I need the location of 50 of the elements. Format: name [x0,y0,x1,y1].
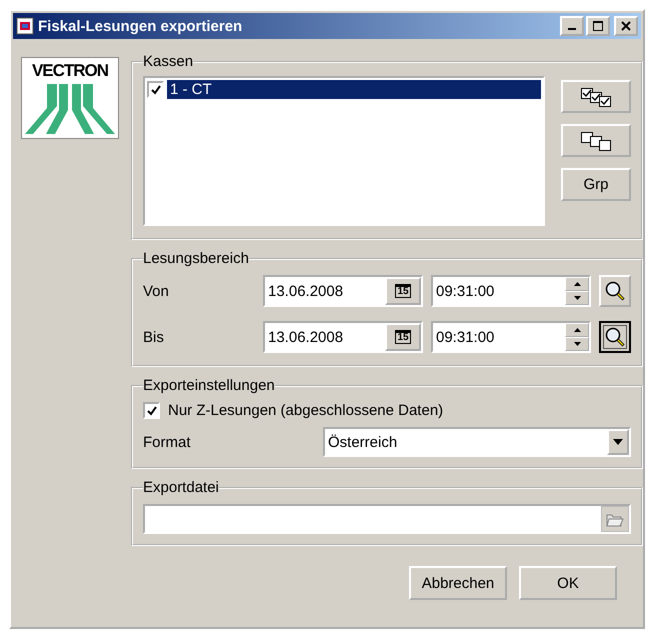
checkmark-icon [150,84,162,96]
maximize-button[interactable] [586,16,610,36]
browse-button[interactable] [601,506,629,532]
stacked-checkboxes-icon [579,86,613,108]
time-field[interactable]: 09:31:00 [431,321,591,353]
time-field[interactable]: 09:31:00 [431,275,591,307]
checkbox-label[interactable]: Nur Z-Lesungen (abgeschlossene Daten) [168,402,444,419]
list-item[interactable]: 1 - CT [167,80,541,99]
close-icon [621,21,631,31]
group-label: Exporteinstellungen [143,377,275,394]
register-list[interactable]: 1 - CT [143,76,545,226]
up-arrow-icon [574,328,580,332]
checkbox[interactable] [147,81,164,98]
search-button[interactable] [599,321,631,353]
down-arrow-icon [574,342,580,346]
app-icon [16,17,34,35]
group-label: Exportdatei [143,479,219,496]
window-title: Fiskal-Lesungen exportieren [38,18,244,34]
cancel-button[interactable]: Abbrechen [409,566,507,600]
field-label: Von [143,282,170,300]
search-icon [604,326,626,348]
maximize-icon [593,21,603,31]
logo-mark-icon [25,84,115,134]
date-field[interactable]: 13.06.2008 15 [263,275,423,307]
date-field[interactable]: 13.06.2008 15 [263,321,423,353]
spin-buttons[interactable] [565,277,589,305]
check-all-button[interactable] [561,80,631,113]
up-arrow-icon [574,282,580,286]
checkmark-icon [146,404,158,416]
ok-button[interactable]: OK [519,566,617,600]
stacked-squares-icon [579,130,613,152]
logo-text: VECTRON [32,60,108,82]
checkbox[interactable] [143,402,160,419]
calendar-button[interactable]: 15 [385,323,421,351]
spin-buttons[interactable] [565,323,589,351]
search-icon [604,280,626,302]
group-label: Kassen [143,53,194,70]
group-button[interactable]: Grp [561,168,631,201]
close-button[interactable] [614,16,638,36]
group-label: Lesungsbereich [143,250,249,267]
minimize-button[interactable] [560,16,584,36]
field-label: Format [143,434,192,450]
format-dropdown[interactable]: Österreich [323,427,631,457]
dropdown-arrow-icon [613,439,623,445]
minimize-icon [568,28,576,30]
calendar-button[interactable]: 15 [385,277,421,305]
down-arrow-icon [574,296,580,300]
field-label: Bis [143,328,165,346]
file-path-field[interactable] [143,504,631,534]
uncheck-all-button[interactable] [561,124,631,157]
